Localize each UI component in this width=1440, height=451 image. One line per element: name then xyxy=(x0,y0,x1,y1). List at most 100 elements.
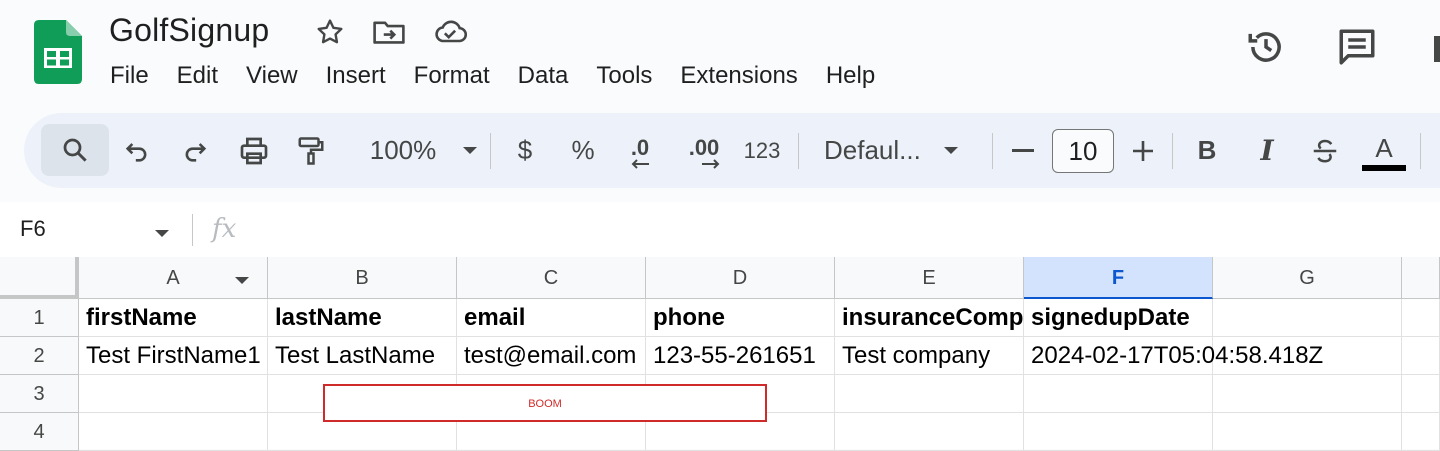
cell-d1[interactable]: phone xyxy=(646,299,835,337)
undo-button[interactable] xyxy=(122,113,152,188)
more-formats-label: 123 xyxy=(743,137,781,163)
cell-f3[interactable] xyxy=(1024,375,1213,413)
print-icon xyxy=(240,137,268,164)
text-color-swatch xyxy=(1362,164,1406,171)
menu-tools[interactable]: Tools xyxy=(582,58,666,94)
select-all-corner[interactable] xyxy=(0,257,79,299)
italic-button[interactable]: I xyxy=(1252,113,1282,188)
app-header: GolfSignup File Edit View Insert Format … xyxy=(0,0,1440,112)
share-button-edge[interactable] xyxy=(1434,36,1440,62)
percent-label: % xyxy=(571,135,595,165)
zoom-value: 100% xyxy=(369,135,437,165)
menu-format[interactable]: Format xyxy=(400,58,504,94)
cell-a3[interactable] xyxy=(79,375,268,413)
column-header-e[interactable]: E xyxy=(835,257,1024,299)
column-header-c[interactable]: C xyxy=(457,257,646,299)
cell-h4[interactable] xyxy=(1402,413,1440,451)
redo-button[interactable] xyxy=(180,113,210,188)
text-color-label: A xyxy=(1375,132,1393,163)
toolbar: 100% $ % .0 .00 123 Defaul... 10 B I A xyxy=(24,113,1440,188)
row-header-1[interactable]: 1 xyxy=(0,299,79,337)
column-menu-chevron-icon[interactable] xyxy=(234,273,250,291)
column-header-g[interactable]: G xyxy=(1213,257,1402,299)
zoom-select[interactable]: 100% xyxy=(354,113,494,188)
strikethrough-button[interactable] xyxy=(1308,113,1342,188)
search-icon xyxy=(63,138,87,162)
increase-font-size-button[interactable] xyxy=(1128,113,1158,188)
menu-insert[interactable]: Insert xyxy=(312,58,400,94)
bold-button[interactable]: B xyxy=(1192,113,1222,188)
toolbar-divider xyxy=(798,133,799,169)
cell-f1[interactable]: signedupDate xyxy=(1024,299,1213,337)
font-select[interactable]: Defaul... xyxy=(824,113,970,188)
cell-g1[interactable] xyxy=(1213,299,1402,337)
cell-e3[interactable] xyxy=(835,375,1024,413)
paint-format-button[interactable] xyxy=(294,113,328,188)
row-header-3[interactable]: 3 xyxy=(0,375,79,413)
fx-icon: fx xyxy=(212,214,237,244)
row-header-2[interactable]: 2 xyxy=(0,337,79,375)
cell-d2[interactable]: 123-55-261651 xyxy=(646,337,835,375)
formula-bar: F6 fx xyxy=(0,202,1440,257)
cell-b2[interactable]: Test LastName xyxy=(268,337,457,375)
column-header-f[interactable]: F xyxy=(1024,257,1213,299)
formula-divider xyxy=(192,214,193,246)
cell-a1[interactable]: firstName xyxy=(79,299,268,337)
print-button[interactable] xyxy=(236,113,272,188)
menu-bar: File Edit View Insert Format Data Tools … xyxy=(96,58,889,94)
toolbar-divider xyxy=(1172,133,1173,169)
cell-f4[interactable] xyxy=(1024,413,1213,451)
cell-b1[interactable]: lastName xyxy=(268,299,457,337)
decrease-font-size-button[interactable] xyxy=(1008,113,1038,188)
cell-a4[interactable] xyxy=(79,413,268,451)
move-folder-icon[interactable] xyxy=(372,16,406,53)
cell-e1[interactable]: insuranceComp xyxy=(835,299,1024,337)
cell-h3[interactable] xyxy=(1402,375,1440,413)
paint-format-icon xyxy=(298,136,324,165)
version-history-icon[interactable] xyxy=(1245,26,1287,73)
menu-data[interactable]: Data xyxy=(504,58,583,94)
column-header-partial[interactable] xyxy=(1402,257,1440,299)
menu-file[interactable]: File xyxy=(96,58,163,94)
column-header-d[interactable]: D xyxy=(646,257,835,299)
search-menus-button[interactable] xyxy=(41,124,109,176)
menu-extensions[interactable]: Extensions xyxy=(666,58,811,94)
text-color-button[interactable]: A xyxy=(1362,113,1406,188)
cell-e2[interactable]: Test company xyxy=(835,337,1024,375)
menu-view[interactable]: View xyxy=(232,58,312,94)
more-formats-button[interactable]: 123 xyxy=(740,113,784,188)
cell-f2[interactable]: 2024-02-17T05:04:58.418Z xyxy=(1024,337,1323,375)
chevron-down-icon xyxy=(943,146,958,154)
decrease-decimal-label: .0 xyxy=(630,134,650,160)
format-currency-button[interactable]: $ xyxy=(510,113,540,188)
cell-c1[interactable]: email xyxy=(457,299,646,337)
menu-help[interactable]: Help xyxy=(812,58,889,94)
star-icon[interactable] xyxy=(314,16,346,53)
cell-h2[interactable] xyxy=(1402,337,1440,375)
cell-c2[interactable]: test@email.com xyxy=(457,337,646,375)
chevron-down-icon[interactable] xyxy=(154,226,170,244)
format-percent-button[interactable]: % xyxy=(566,113,600,188)
spreadsheet-grid: BOOM A B C D E F G 1 firstName lastName email phone… xyxy=(0,257,1440,451)
font-size-input[interactable]: 10 xyxy=(1052,129,1114,173)
font-name: Defaul... xyxy=(824,135,921,165)
undo-icon xyxy=(125,142,147,162)
cell-a2[interactable]: Test FirstName1 xyxy=(79,337,268,375)
cell-e4[interactable] xyxy=(835,413,1024,451)
sheets-logo-icon[interactable] xyxy=(34,20,82,89)
minus-icon xyxy=(1012,148,1034,152)
cell-g4[interactable] xyxy=(1213,413,1402,451)
redo-icon xyxy=(185,142,207,162)
cell-h1[interactable] xyxy=(1402,299,1440,337)
cell-g3[interactable] xyxy=(1213,375,1402,413)
column-header-b[interactable]: B xyxy=(268,257,457,299)
increase-decimal-label: .00 xyxy=(688,134,720,160)
decrease-decimal-button[interactable]: .0 xyxy=(620,113,660,188)
row-header-4[interactable]: 4 xyxy=(0,413,79,451)
comments-icon[interactable] xyxy=(1336,26,1378,73)
menu-edit[interactable]: Edit xyxy=(163,58,232,94)
document-title[interactable]: GolfSignup xyxy=(109,12,269,49)
cloud-saved-icon[interactable] xyxy=(432,16,468,53)
name-box[interactable]: F6 xyxy=(20,216,46,242)
increase-decimal-button[interactable]: .00 xyxy=(680,113,728,188)
